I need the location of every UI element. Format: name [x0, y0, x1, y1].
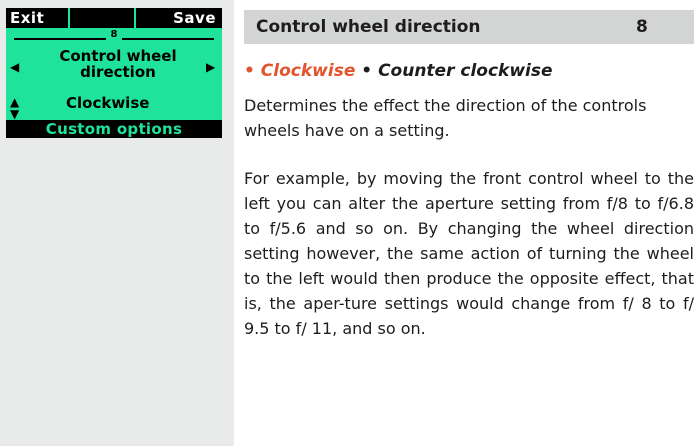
description-paragraph-1: Determines the effect the direction of t…: [244, 96, 647, 140]
camera-lcd-screen: Exit Save 8 ◀ Control wheel direction ▶ …: [6, 8, 222, 138]
left-arrow-icon[interactable]: ◀: [10, 60, 19, 74]
section-title: Control wheel direction: [256, 17, 481, 37]
bullet: •: [244, 61, 255, 81]
exit-button[interactable]: Exit: [6, 8, 68, 28]
lcd-page-number: 8: [110, 29, 118, 40]
lcd-footer: Custom options: [6, 120, 222, 138]
option-list: • Clockwise • Counter clockwise: [244, 61, 553, 81]
left-sidebar: Exit Save 8 ◀ Control wheel direction ▶ …: [0, 0, 234, 446]
save-label: Save: [173, 9, 216, 27]
option-other: Counter clockwise: [378, 61, 553, 81]
page-rule-right: [122, 38, 214, 40]
empty-button[interactable]: [70, 8, 134, 28]
right-arrow-icon[interactable]: ▶: [206, 60, 215, 74]
page-indicator: 8: [6, 29, 222, 44]
up-down-arrows-icon[interactable]: ▲ ▼: [10, 96, 19, 120]
option-selected: Clockwise: [260, 61, 356, 81]
lcd-setting-title: Control wheel direction: [59, 47, 177, 81]
exit-label: Exit: [10, 9, 45, 27]
section-page-number: 8: [636, 17, 648, 37]
save-button[interactable]: Save: [136, 8, 222, 28]
lcd-setting-value: Clockwise: [66, 94, 150, 112]
page-rule-left: [14, 38, 106, 40]
description-paragraph-2: For example, by moving the front control…: [244, 169, 694, 338]
section-header: Control wheel direction 8: [244, 10, 694, 44]
bullet: •: [361, 61, 373, 81]
